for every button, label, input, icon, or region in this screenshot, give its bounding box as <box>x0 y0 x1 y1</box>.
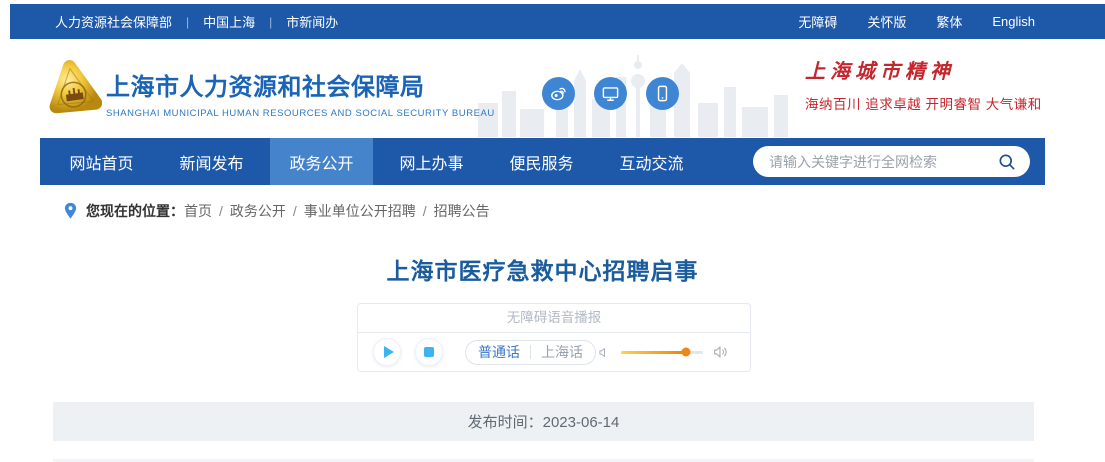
volume-slider[interactable] <box>621 347 703 357</box>
breadcrumb-public-recruitment[interactable]: 事业单位公开招聘 <box>304 201 416 221</box>
weibo-button[interactable] <box>542 77 575 110</box>
play-icon <box>383 346 394 358</box>
publish-date-bar: 发布时间：2023-06-14 <box>53 402 1034 441</box>
topbar-link-care-version[interactable]: 关怀版 <box>867 12 906 31</box>
volume-low-icon <box>599 347 605 357</box>
site-subtitle: SHANGHAI MUNICIPAL HUMAN RESOURCES AND S… <box>106 108 495 119</box>
volume-fill <box>621 350 686 354</box>
breadcrumb-gov-info[interactable]: 政务公开 <box>230 201 286 221</box>
nav-item-online-services[interactable]: 网上办事 <box>380 138 483 185</box>
nav-item-news[interactable]: 新闻发布 <box>160 138 263 185</box>
breadcrumb-separator: / <box>219 203 223 219</box>
header-channel-icons <box>542 77 698 110</box>
topbar-right-links: 无障碍 关怀版 繁体 English <box>768 12 1035 31</box>
breadcrumb-label: 您现在的位置： <box>86 203 184 219</box>
breadcrumb-separator: / <box>292 203 297 219</box>
topbar-link-mohrss[interactable]: 人力资源社会保障部 <box>55 12 172 31</box>
main-nav: 网站首页 新闻发布 政务公开 网上办事 便民服务 互动交流 <box>40 138 1045 185</box>
lang-mandarin-option[interactable]: 普通话 <box>478 342 520 362</box>
topbar-separator: | <box>269 14 273 29</box>
mobile-version-button[interactable] <box>646 77 679 110</box>
nav-item-gov-info[interactable]: 政务公开 <box>270 138 373 185</box>
top-utility-bar: 人力资源社会保障部 | 中国上海 | 市新闻办 无障碍 关怀版 繁体 Engli… <box>10 4 1105 39</box>
mobile-icon <box>657 85 668 102</box>
volume-knob[interactable] <box>681 347 691 357</box>
slogan-title: 上海城市精神 <box>805 59 955 83</box>
desktop-version-button[interactable] <box>594 77 627 110</box>
nav-items: 网站首页 新闻发布 政务公开 网上办事 便民服务 互动交流 <box>50 138 710 185</box>
topbar-left-links: 人力资源社会保障部 | 中国上海 | 市新闻办 <box>55 12 338 31</box>
language-toggle: 普通话 上海话 <box>465 339 596 365</box>
topbar-link-english[interactable]: English <box>992 14 1035 29</box>
search-icon <box>999 154 1015 169</box>
language-divider <box>530 345 531 359</box>
bureau-emblem-logo <box>49 60 102 114</box>
desktop-icon <box>602 87 619 101</box>
topbar-link-news-office[interactable]: 市新闻办 <box>286 12 338 31</box>
breadcrumb: 您现在的位置： 首页 / 政务公开 / 事业单位公开招聘 / 招聘公告 <box>40 196 1045 226</box>
tts-player-controls: 普通话 上海话 <box>358 333 750 371</box>
city-spirit-slogan: 上海城市精神 海纳百川 追求卓越 开明睿智 大气谦和 <box>805 55 1045 113</box>
breadcrumb-separator: / <box>422 203 427 219</box>
stop-button[interactable] <box>415 338 443 366</box>
search-button[interactable] <box>996 151 1018 173</box>
volume-high-icon <box>714 346 727 358</box>
site-search <box>753 146 1030 177</box>
weibo-icon <box>551 87 566 101</box>
topbar-separator: | <box>186 14 190 29</box>
stop-icon <box>424 347 434 357</box>
location-pin-icon <box>64 202 77 219</box>
play-button[interactable] <box>373 338 401 366</box>
tts-player: 无障碍语音播报 普通话 上海话 <box>357 303 751 372</box>
article-title: 上海市医疗急救中心招聘启事 <box>386 258 699 284</box>
site-header: 上海市人力资源和社会保障局 SHANGHAI MUNICIPAL HUMAN R… <box>40 39 1045 138</box>
topbar-link-china-shanghai[interactable]: 中国上海 <box>203 12 255 31</box>
volume-control <box>598 344 729 360</box>
publish-date-text: 发布时间：2023-06-14 <box>467 414 620 431</box>
nav-item-public-services[interactable]: 便民服务 <box>490 138 593 185</box>
nav-item-interaction[interactable]: 互动交流 <box>600 138 703 185</box>
tts-player-title: 无障碍语音播报 <box>358 304 750 333</box>
slogan-subtitle: 海纳百川 追求卓越 开明睿智 大气谦和 <box>805 97 1042 112</box>
site-title: 上海市人力资源和社会保障局 <box>106 74 425 101</box>
topbar-link-traditional[interactable]: 繁体 <box>936 12 962 31</box>
topbar-link-accessibility[interactable]: 无障碍 <box>798 12 837 31</box>
breadcrumb-home[interactable]: 首页 <box>184 201 212 221</box>
page: 人力资源社会保障部 | 中国上海 | 市新闻办 无障碍 关怀版 繁体 Engli… <box>0 0 1105 462</box>
search-input[interactable] <box>769 153 996 170</box>
site-identity: 上海市人力资源和社会保障局 SHANGHAI MUNICIPAL HUMAN R… <box>106 67 495 119</box>
lang-shanghainese-option[interactable]: 上海话 <box>541 342 583 362</box>
nav-item-home[interactable]: 网站首页 <box>50 138 153 185</box>
breadcrumb-announcement[interactable]: 招聘公告 <box>434 201 490 221</box>
